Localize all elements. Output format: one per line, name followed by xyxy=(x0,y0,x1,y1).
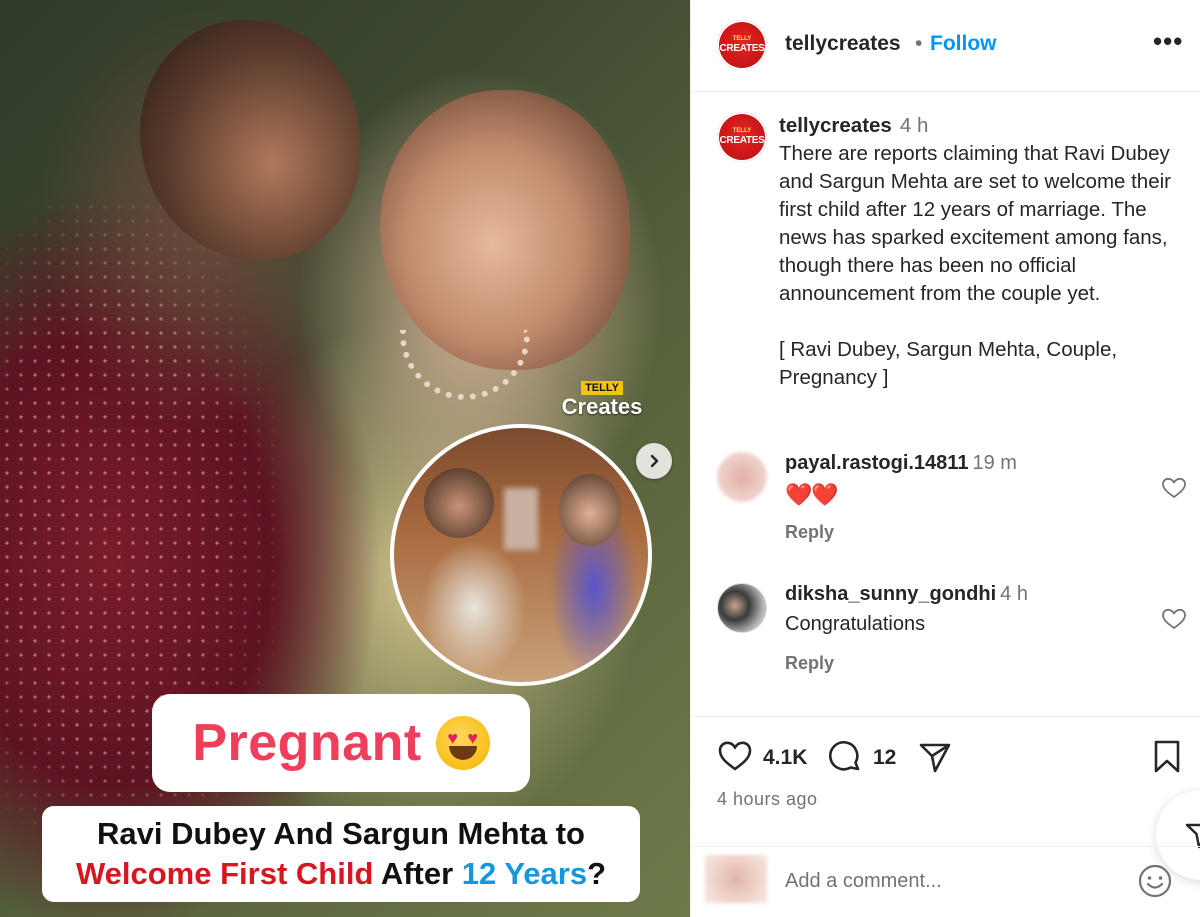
list-item: diksha_sunny_gondhi 4 h Congratulations R… xyxy=(691,583,1200,693)
woman-figure xyxy=(380,90,630,370)
inset-photo xyxy=(390,424,652,686)
reply-button[interactable]: Reply xyxy=(785,522,834,543)
caption-username[interactable]: tellycreates xyxy=(779,114,892,137)
caption-time: 4 h xyxy=(899,114,929,137)
list-item: payal.rastogi.14811 19 m ❤️❤️ Reply xyxy=(691,452,1200,562)
heart-icon[interactable] xyxy=(1161,607,1187,631)
like-heart-icon[interactable] xyxy=(717,739,753,773)
post-header: TELLY CREATES tellycreates • Follow ••• xyxy=(691,0,1200,92)
comment-text: ❤️❤️ xyxy=(785,482,839,507)
pregnant-banner: Pregnant ♥ ♥ xyxy=(152,694,530,792)
headline-mid-text: After xyxy=(373,856,462,891)
comment-time: 4 h xyxy=(1000,583,1028,605)
post-media[interactable]: TELLY Creates Pregnant ♥ ♥ Ravi Dubey And… xyxy=(0,0,690,917)
headline-line2: Welcome First Child After 12 Years? xyxy=(42,854,640,894)
necklace-detail xyxy=(400,330,530,400)
telly-creates-watermark: TELLY Creates xyxy=(556,378,648,418)
caption-text: There are reports claiming that Ravi Dub… xyxy=(779,142,1171,305)
comment-count[interactable]: 12 xyxy=(873,746,896,770)
avatar[interactable]: TELLY CREATES xyxy=(717,20,767,70)
header-username[interactable]: tellycreates xyxy=(785,32,901,56)
more-options-icon[interactable]: ••• xyxy=(1153,26,1183,57)
heart-eyes-emoji-icon: ♥ ♥ xyxy=(435,716,490,770)
watermark-main: Creates xyxy=(561,394,643,419)
post-actions: 4.1K 12 4 hours ago xyxy=(691,716,1200,846)
pregnant-text: Pregnant xyxy=(192,714,422,772)
headline-line1: Ravi Dubey And Sargun Mehta to xyxy=(96,816,585,851)
separator-dot: • xyxy=(915,32,923,55)
share-send-icon[interactable] xyxy=(917,739,953,775)
comment-text: Congratulations xyxy=(785,613,926,635)
commenter-avatar[interactable] xyxy=(717,583,767,633)
caption-body: tellycreates 4 h There are reports claimi… xyxy=(779,112,1193,392)
next-media-button[interactable] xyxy=(636,443,672,479)
commenter-avatar[interactable] xyxy=(717,452,767,502)
heart-icon[interactable] xyxy=(1161,476,1187,500)
emoji-picker-icon[interactable] xyxy=(1137,863,1173,899)
comment-username[interactable]: diksha_sunny_gondhi xyxy=(785,583,996,605)
headline-end-text: ? xyxy=(587,856,607,891)
inset-man xyxy=(424,468,494,538)
post-timestamp: 4 hours ago xyxy=(717,789,818,809)
current-user-avatar xyxy=(705,855,767,903)
chevron-right-icon xyxy=(650,454,659,468)
headline-banner: Ravi Dubey And Sargun Mehta to Welcome F… xyxy=(42,806,640,902)
comment-bubble-icon[interactable] xyxy=(827,739,863,775)
add-comment-input[interactable] xyxy=(785,865,1115,897)
inset-blurred-child xyxy=(504,488,538,550)
caption-avatar[interactable]: TELLY CREATES xyxy=(717,112,767,162)
watermark-top: TELLY xyxy=(581,381,623,395)
headline-blue-text: 12 Years xyxy=(461,856,588,891)
comment-username[interactable]: payal.rastogi.14811 xyxy=(785,452,968,474)
like-count[interactable]: 4.1K xyxy=(763,746,807,770)
caption-tags: [ Ravi Dubey, Sargun Mehta, Couple, Preg… xyxy=(779,338,1118,389)
comment-time: 19 m xyxy=(972,452,1017,474)
follow-button[interactable]: Follow xyxy=(930,32,997,56)
bookmark-icon[interactable] xyxy=(1151,739,1183,775)
inset-woman xyxy=(559,474,621,546)
headline-red-text: Welcome First Child xyxy=(75,856,374,891)
reply-button[interactable]: Reply xyxy=(785,653,834,674)
post-side-panel: TELLY CREATES tellycreates • Follow ••• … xyxy=(690,0,1200,917)
comment-composer xyxy=(691,846,1200,917)
